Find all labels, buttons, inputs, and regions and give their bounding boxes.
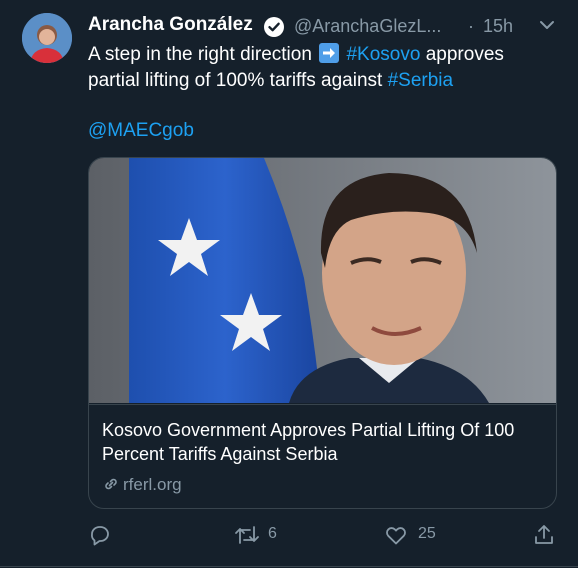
tweet-text: A step in the right direction #Kosovo ap…	[88, 42, 558, 94]
tweet-text-part: A step in the right direction	[88, 44, 312, 65]
card-domain-text: rferl.org	[123, 475, 182, 494]
author-handle[interactable]: @AranchaGlezL...	[294, 16, 441, 37]
hashtag-kosovo-link[interactable]: #Kosovo	[346, 44, 420, 65]
card-title: Kosovo Government Approves Partial Lifti…	[102, 420, 515, 464]
author-name[interactable]: Arancha González	[88, 14, 253, 36]
separator-dot: ·	[468, 16, 474, 36]
like-count: 25	[418, 525, 436, 542]
card-body: Kosovo Government Approves Partial Lifti…	[89, 404, 556, 508]
mention-link[interactable]: @MAECgob	[88, 120, 194, 142]
retweet-button[interactable]: 6	[234, 520, 294, 550]
link-preview-card[interactable]: Kosovo Government Approves Partial Lifti…	[88, 157, 557, 509]
hashtag-serbia-link[interactable]: #Serbia	[388, 70, 454, 91]
tweet-actions: 6 25	[88, 520, 558, 550]
card-domain: rferl.org	[102, 475, 182, 498]
reply-icon	[91, 526, 109, 546]
share-button[interactable]	[532, 520, 558, 550]
right-arrow-emoji-icon	[319, 43, 340, 63]
chevron-down-icon[interactable]	[536, 14, 558, 36]
heart-icon	[386, 527, 406, 545]
divider	[0, 566, 578, 567]
link-icon	[102, 475, 120, 498]
card-image	[89, 158, 556, 403]
tweet-timestamp[interactable]: 15h	[483, 16, 513, 37]
verified-badge-icon	[263, 16, 285, 38]
share-icon	[535, 525, 553, 544]
tweet[interactable]: Arancha González @AranchaGlezL... · 15h …	[0, 0, 578, 568]
reply-button[interactable]	[88, 520, 128, 550]
like-button[interactable]: 25	[384, 520, 454, 550]
retweet-icon	[235, 526, 259, 544]
avatar[interactable]	[22, 13, 72, 63]
retweet-count: 6	[268, 525, 277, 542]
tweet-header: Arancha González @AranchaGlezL... · 15h	[88, 13, 558, 41]
